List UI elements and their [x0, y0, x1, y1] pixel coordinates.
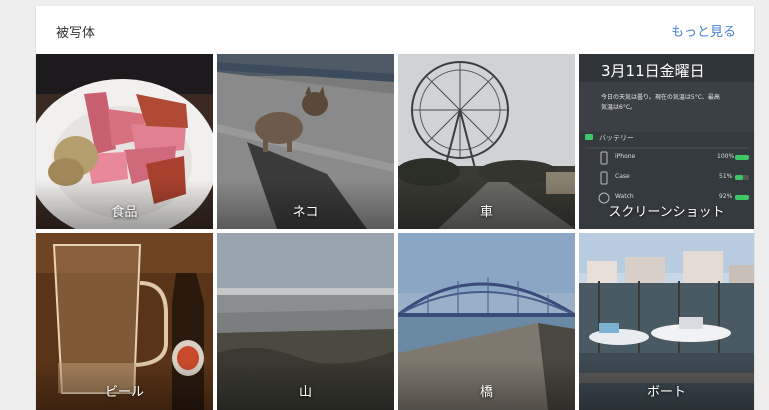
screenshot-device-name: Case: [615, 173, 630, 180]
screenshot-weather-line1: 今日の天気は曇り。現在の気温は5°C、最高: [601, 94, 720, 101]
tile-beer[interactable]: ビール: [36, 233, 213, 410]
screenshot-weather-line2: 気温は6°C。: [601, 104, 637, 111]
tile-label: 山: [298, 385, 312, 400]
tile-label: ネコ: [292, 205, 319, 220]
tile-screenshot[interactable]: 3月11日金曜日 今日の天気は曇り。現在の気温は5°C、最高 気温は6°C。 バ…: [579, 54, 754, 229]
screenshot-device-percent: 100%: [717, 153, 735, 160]
tile-car[interactable]: 車: [398, 54, 575, 229]
screenshot-device-percent: 51%: [719, 173, 733, 180]
card-header: 被写体 もっと見る: [36, 6, 754, 54]
section-title: 被写体: [56, 26, 96, 41]
tile-mountain[interactable]: 山: [217, 233, 394, 410]
tile-label: 橋: [479, 385, 493, 400]
screenshot-date: 3月11日金曜日: [601, 62, 705, 80]
tile-label: ボート: [646, 385, 686, 400]
tile-label: スクリーンショット: [608, 205, 725, 220]
tile-label: 食品: [111, 205, 138, 220]
tile-label: ビール: [104, 385, 144, 400]
subject-grid: 食品 ネコ 車 3月11日金曜日 今日の天気は曇り。現在の気温は5°C、最高 気…: [36, 54, 754, 410]
tile-bridge[interactable]: 橋: [398, 233, 575, 410]
screenshot-device-percent: 92%: [719, 193, 733, 200]
see-more-link[interactable]: もっと見る: [671, 21, 736, 40]
tile-food[interactable]: 食品: [36, 54, 213, 229]
screenshot-device-name: iPhone: [615, 153, 636, 160]
screenshot-battery-title: バッテリー: [599, 134, 634, 142]
tile-cat[interactable]: ネコ: [217, 54, 394, 229]
subjects-card: 被写体 もっと見る 食品 ネコ 車 3月11日金曜日 今日の天気は曇り。現在の気…: [36, 6, 754, 410]
screenshot-device-name: Watch: [615, 193, 634, 200]
tile-label: 車: [479, 205, 493, 220]
tile-boat[interactable]: ボート: [579, 233, 754, 410]
